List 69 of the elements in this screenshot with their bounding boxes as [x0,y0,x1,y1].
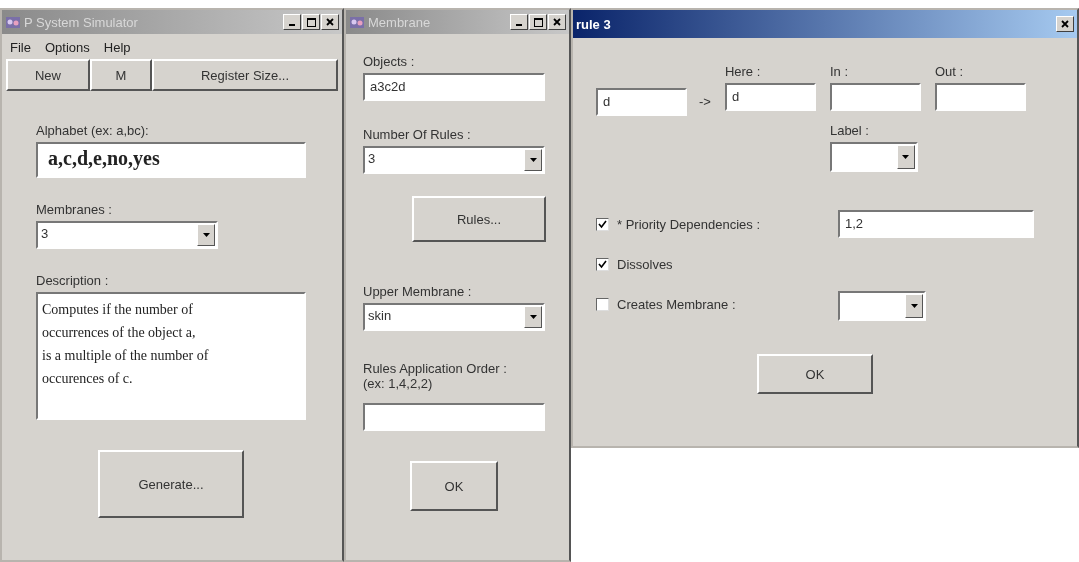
target-field[interactable] [829,83,921,111]
window-title: P System Simulator [24,14,139,30]
description-line: is a multiple of the number of [42,347,210,365]
dropdown-arrow-icon [529,315,537,319]
field-label: Description : [36,273,109,288]
app-icon [5,14,21,30]
target-field[interactable] [934,83,1026,111]
minimize-button[interactable] [510,14,528,30]
toolbar-button[interactable]: New [6,59,90,91]
membrane-dropdown[interactable] [838,291,926,321]
menu-item[interactable]: Help [103,40,131,55]
priority-field[interactable]: 1,2 [838,210,1034,238]
field-label: Here : [724,64,761,79]
dropdown-arrow-icon [902,155,910,159]
field-label: Upper Membrane : [363,284,472,299]
maximize-button[interactable] [302,14,320,30]
rules-count-dropdown[interactable]: 3 [363,146,545,174]
field-label: In : [829,64,848,79]
field-label: Number Of Rules : [363,127,471,142]
window-title: rule 3 [576,16,612,32]
window-title: Membrane [368,14,432,30]
label-dropdown[interactable] [829,142,918,172]
close-icon [553,18,561,26]
description-textarea[interactable]: Computes if the number of occurrences of the object a, is a multiple of the number of occurences of c. [36,292,306,420]
maximize-icon [533,17,543,27]
description-line: occurences of c. [42,370,134,388]
toolbar-button[interactable]: M [90,59,152,91]
field-label: Rules Application Order : [363,361,507,376]
menu-item[interactable]: Options [44,40,90,55]
checkbox[interactable] [596,297,609,311]
checkbox-label: Dissolves [617,256,673,272]
checkbox[interactable] [596,257,609,271]
minimize-button[interactable] [283,14,301,30]
checkbox-label: Creates Membrane : [617,296,736,312]
description-line: occurrences of the object a, [42,324,197,342]
maximize-icon [306,17,316,27]
field-label: Label : [829,123,869,138]
dropdown-arrow-icon [529,158,537,162]
membranes-dropdown[interactable]: 3 [36,221,218,249]
app-icon [349,14,365,30]
field-label: Membranes : [36,202,112,217]
field-label: Out : [934,64,964,79]
field-label: Objects : [363,54,415,69]
left-side-field[interactable]: d [596,88,687,116]
ok-button[interactable]: OK [410,461,498,511]
close-button[interactable] [321,14,339,30]
field-hint: (ex: 1,4,2,2) [363,376,433,391]
arrow-text: -> [699,93,711,109]
description-line: Computes if the number of [42,301,194,319]
dropdown-arrow-icon [202,233,210,237]
checkbox-label: * Priority Dependencies : [617,216,761,232]
toolbar-button[interactable]: Register Size... [152,59,338,91]
menu-item[interactable]: File [10,40,31,55]
objects-field[interactable]: a3c2d [363,73,545,101]
close-icon [1061,20,1069,28]
close-icon [326,18,334,26]
close-button[interactable] [1056,16,1074,32]
rules-button[interactable]: Rules... [412,196,546,242]
maximize-button[interactable] [529,14,547,30]
target-field[interactable]: d [724,83,816,111]
checkbox[interactable] [596,217,609,231]
ok-button[interactable]: OK [757,354,873,394]
application-order-field[interactable] [363,403,545,431]
close-button[interactable] [548,14,566,30]
alphabet-field[interactable]: a,c,d,e,no,yes [36,142,306,178]
dropdown-arrow-icon [910,304,918,308]
field-label: Alphabet (ex: a,bc): [36,123,149,138]
upper-membrane-dropdown[interactable]: skin [363,303,545,331]
generate-button[interactable]: Generate... [98,450,244,518]
